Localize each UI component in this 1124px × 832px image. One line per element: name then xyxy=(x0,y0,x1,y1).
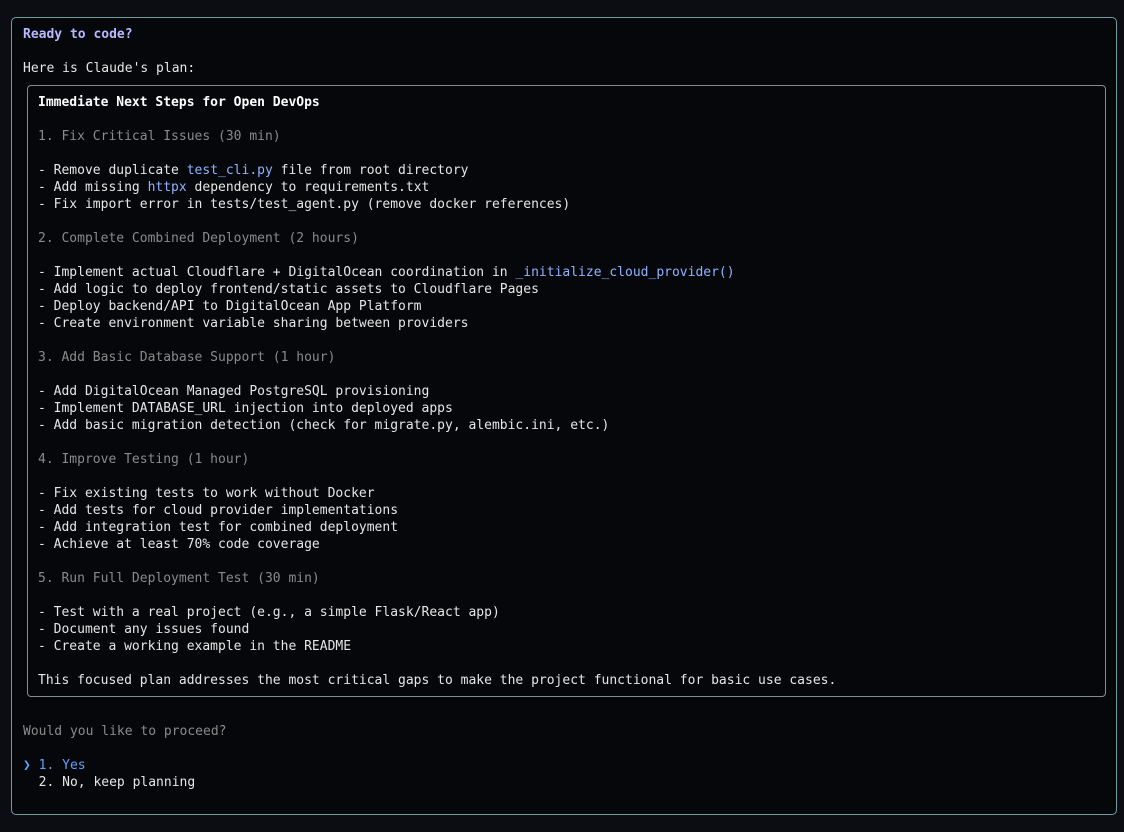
list-item: - Add basic migration detection (check f… xyxy=(38,418,610,433)
selection-cursor-icon: ❯ xyxy=(23,758,31,773)
option-keep-planning-label: 2. No, keep planning xyxy=(38,775,196,790)
list-item: - Fix import error in tests/test_agent.p… xyxy=(38,197,571,212)
list-item: - Create a working example in the README xyxy=(38,639,352,654)
list-item: - Remove duplicate test_cli.py file from… xyxy=(38,163,469,178)
option-yes-label: 1. Yes xyxy=(38,758,86,773)
option-keep-planning[interactable]: 2. No, keep planning xyxy=(23,774,196,791)
list-item: - Add missing httpx dependency to requir… xyxy=(38,180,430,195)
code-package: httpx xyxy=(147,180,187,195)
list-item: - Implement DATABASE_URL injection into … xyxy=(38,401,453,416)
dialog-title: Ready to code? xyxy=(23,27,133,42)
list-item: - Document any issues found xyxy=(38,622,250,637)
section-title: 4. Improve Testing (1 hour) xyxy=(38,452,250,467)
plan-intro: Here is Claude's plan: xyxy=(23,61,196,76)
proceed-question: Would you like to proceed? xyxy=(23,724,227,739)
list-item: - Add DigitalOcean Managed PostgreSQL pr… xyxy=(38,384,430,399)
code-function: _initialize_cloud_provider() xyxy=(515,265,735,280)
plan-heading: Immediate Next Steps for Open DevOps xyxy=(38,95,320,110)
section-title: 3. Add Basic Database Support (1 hour) xyxy=(38,350,336,365)
list-item: - Implement actual Cloudflare + DigitalO… xyxy=(38,265,735,280)
code-filename: test_cli.py xyxy=(186,163,273,178)
list-item: - Deploy backend/API to DigitalOcean App… xyxy=(38,299,422,314)
list-item: - Add tests for cloud provider implement… xyxy=(38,503,399,518)
list-item: - Test with a real project (e.g., a simp… xyxy=(38,605,500,620)
option-yes[interactable]: ❯ 1. Yes xyxy=(23,757,86,774)
list-item: - Fix existing tests to work without Doc… xyxy=(38,486,375,501)
plan-conclusion: This focused plan addresses the most cri… xyxy=(38,673,837,688)
plan-approval-dialog: Ready to code? Here is Claude's plan: Im… xyxy=(11,17,1117,815)
list-item: - Create environment variable sharing be… xyxy=(38,316,469,331)
section-title: 5. Run Full Deployment Test (30 min) xyxy=(38,571,320,586)
section-title: 2. Complete Combined Deployment (2 hours… xyxy=(38,231,359,246)
plan-panel: Immediate Next Steps for Open DevOps 1. … xyxy=(27,85,1106,697)
list-item: - Add integration test for combined depl… xyxy=(38,520,399,535)
list-item: - Add logic to deploy frontend/static as… xyxy=(38,282,539,297)
section-title: 1. Fix Critical Issues (30 min) xyxy=(38,129,281,144)
list-item: - Achieve at least 70% code coverage xyxy=(38,537,320,552)
